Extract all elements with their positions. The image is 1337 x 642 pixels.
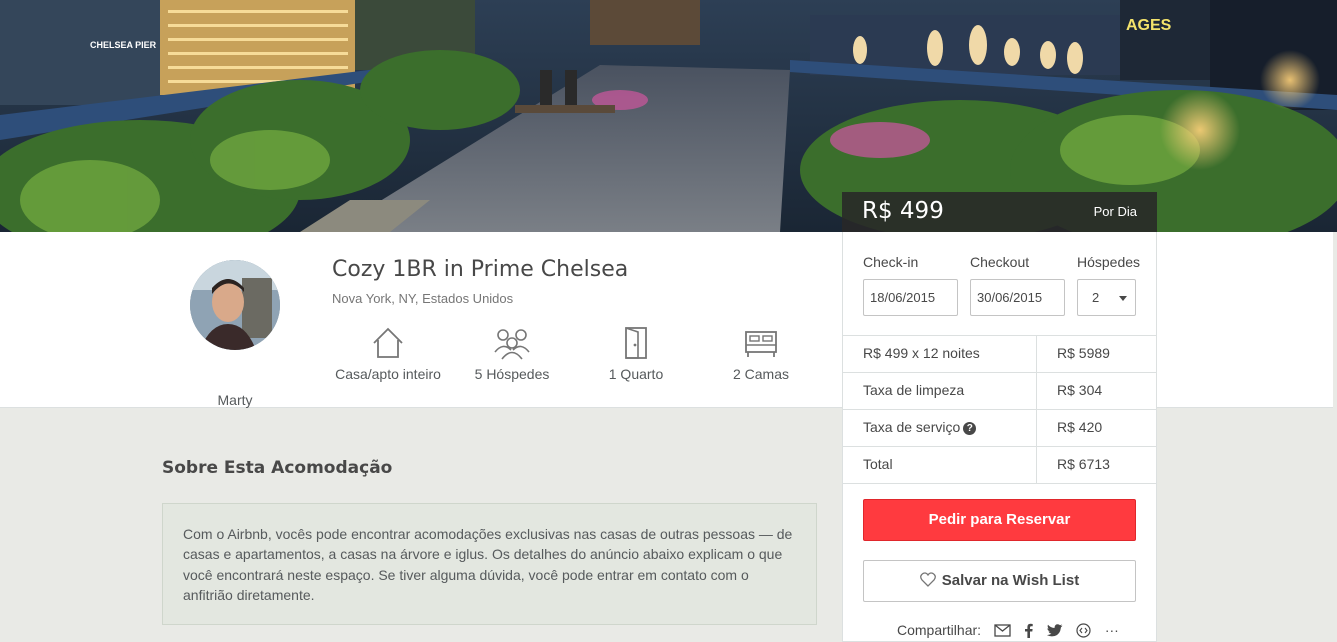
share-icons: ··· — [994, 622, 1128, 642]
divider — [843, 446, 1156, 447]
nightly-price: R$ 499 — [862, 198, 944, 224]
svg-text:CHELSEA PIER: CHELSEA PIER — [90, 40, 157, 50]
heart-icon — [919, 572, 936, 587]
embed-icon[interactable] — [1076, 623, 1091, 642]
amenity-label: 1 Quarto — [608, 366, 664, 382]
guests-icon — [494, 329, 530, 360]
cleaning-fee-label: Taxa de limpeza — [863, 382, 965, 398]
checkout-label: Checkout — [970, 254, 1030, 270]
house-icon — [373, 327, 403, 358]
divider — [843, 409, 1156, 410]
more-icon[interactable]: ··· — [1105, 622, 1119, 638]
guests-select[interactable]: 2 — [1077, 279, 1136, 316]
bed-icon — [745, 331, 777, 357]
request-to-book-button[interactable]: Pedir para Reservar — [863, 499, 1136, 541]
share-label: Compartilhar: — [897, 622, 982, 638]
listing-title: Cozy 1BR in Prime Chelsea — [332, 257, 629, 282]
cleaning-fee-value: R$ 304 — [1057, 382, 1103, 398]
total-value: R$ 6713 — [1057, 456, 1110, 472]
svg-text:AGES: AGES — [1126, 17, 1172, 34]
amenity-label: 5 Hóspedes — [474, 366, 550, 382]
about-heading: Sobre Esta Acomodação — [162, 458, 393, 478]
avatar[interactable] — [190, 260, 280, 350]
chevron-down-icon — [1119, 296, 1127, 301]
guests-value: 2 — [1092, 290, 1100, 305]
host-photo — [190, 260, 280, 350]
facebook-icon[interactable] — [1024, 623, 1034, 642]
guests-label: Hóspedes — [1077, 254, 1141, 270]
about-description: Com o Airbnb, vocês pode encontrar acomo… — [162, 503, 817, 625]
wishlist-label: Salvar na Wish List — [941, 572, 1080, 589]
checkout-field[interactable]: 30/06/2015 — [970, 279, 1065, 316]
host: Marty — [190, 260, 280, 408]
nights-cost-label: R$ 499 x 12 noites — [863, 345, 980, 361]
host-name[interactable]: Marty — [190, 392, 280, 408]
divider — [843, 372, 1156, 373]
save-to-wishlist-button[interactable]: Salvar na Wish List — [863, 560, 1136, 602]
service-fee-label: Taxa de serviço — [863, 419, 961, 435]
amenity-label: Casa/apto inteiro — [335, 366, 441, 382]
amenity-bedrooms: 1 Quarto — [571, 326, 701, 382]
price-bar: R$ 499 Por Dia — [842, 192, 1157, 232]
amenity-beds: 2 Camas — [696, 326, 826, 382]
checkin-field[interactable]: 18/06/2015 — [863, 279, 958, 316]
booking-panel: Check-in 18/06/2015 Checkout 30/06/2015 … — [842, 232, 1157, 642]
service-fee-value: R$ 420 — [1057, 419, 1103, 435]
help-icon[interactable]: ? — [963, 422, 977, 435]
twitter-icon[interactable] — [1046, 623, 1063, 642]
service-fee-row: Taxa de serviço? — [863, 419, 977, 435]
amenity-room-type: Casa/apto inteiro — [323, 326, 453, 382]
divider — [843, 483, 1156, 484]
amenity-guests: 5 Hóspedes — [447, 326, 577, 382]
listing-location[interactable]: Nova York, NY, Estados Unidos — [332, 291, 513, 306]
door-icon — [625, 327, 647, 359]
email-icon[interactable] — [994, 624, 1011, 642]
nights-cost-value: R$ 5989 — [1057, 345, 1110, 361]
amenity-label: 2 Camas — [732, 366, 790, 382]
divider — [843, 335, 1156, 336]
price-period: Por Dia — [1093, 204, 1137, 219]
checkin-label: Check-in — [863, 254, 919, 270]
total-label: Total — [863, 456, 893, 472]
